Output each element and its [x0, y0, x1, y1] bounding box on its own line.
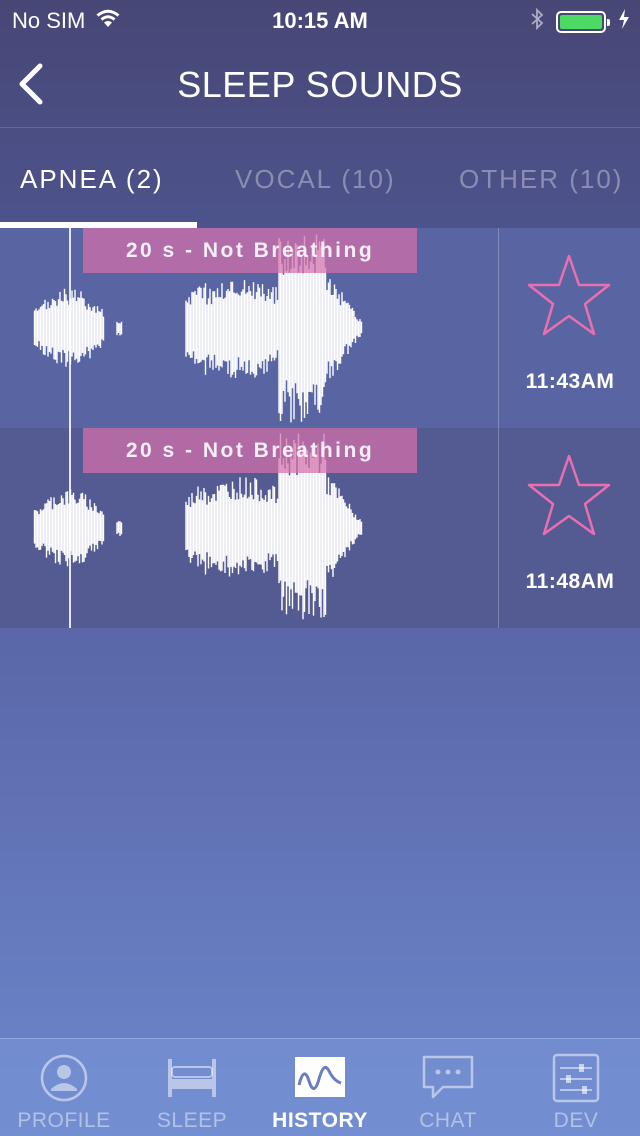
tab-label: CHAT — [419, 1109, 477, 1132]
row-divider — [498, 228, 499, 428]
star-outline-icon — [527, 254, 611, 336]
event-banner: 20 s - Not Breathing — [83, 228, 417, 273]
tab-label: DEV — [553, 1109, 599, 1132]
recording-row[interactable]: 20 s - Not Breathing 11:48AM — [0, 428, 640, 628]
charging-bolt-icon — [618, 9, 630, 35]
tab-apnea[interactable]: APNEA (2) — [20, 164, 164, 195]
event-banner: 20 s - Not Breathing — [83, 428, 417, 473]
profile-icon — [0, 1053, 128, 1103]
recording-time: 11:43AM — [525, 370, 615, 393]
tab-profile[interactable]: PROFILE — [0, 1039, 128, 1136]
status-right — [530, 7, 630, 37]
recording-time: 11:48AM — [525, 570, 615, 593]
status-bar: No SIM 10:15 AM — [0, 0, 640, 40]
tab-chat[interactable]: CHAT — [384, 1039, 512, 1136]
category-tabs: APNEA (2) VOCAL (10) OTHER (10) — [0, 128, 640, 228]
waveform-area[interactable]: 20 s - Not Breathing — [0, 428, 498, 628]
waveform-area[interactable]: 20 s - Not Breathing — [0, 228, 498, 428]
recordings-list: 20 s - Not Breathing 11:43AM 20 s - Not … — [0, 228, 640, 628]
battery-level — [560, 15, 602, 29]
tab-label: HISTORY — [272, 1109, 368, 1132]
battery-icon — [556, 11, 610, 33]
recording-row[interactable]: 20 s - Not Breathing 11:43AM — [0, 228, 640, 428]
tab-sleep[interactable]: SLEEP — [128, 1039, 256, 1136]
battery-cap — [607, 19, 610, 26]
tab-history[interactable]: HISTORY — [256, 1039, 384, 1136]
chat-bubble-icon — [384, 1053, 512, 1103]
bed-icon — [128, 1053, 256, 1103]
bluetooth-icon — [530, 7, 544, 37]
page-title: SLEEP SOUNDS — [177, 64, 463, 105]
sliders-icon — [512, 1053, 640, 1103]
tab-label: PROFILE — [17, 1109, 111, 1132]
tab-vocal[interactable]: VOCAL (10) — [235, 164, 396, 195]
tab-label: SLEEP — [156, 1109, 228, 1132]
tab-other[interactable]: OTHER (10) — [459, 164, 623, 195]
star-outline-icon — [527, 454, 611, 536]
waveform-icon — [256, 1053, 384, 1103]
navigation-bar: SLEEP SOUNDS — [0, 40, 640, 128]
row-divider — [498, 428, 499, 628]
favorite-button[interactable] — [524, 252, 614, 340]
favorite-button[interactable] — [524, 452, 614, 540]
tab-dev[interactable]: DEV — [512, 1039, 640, 1136]
bottom-tab-bar: PROFILE SLEEP HISTORY CHAT DEV — [0, 1038, 640, 1136]
